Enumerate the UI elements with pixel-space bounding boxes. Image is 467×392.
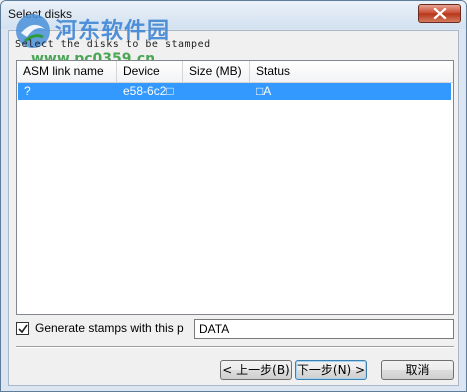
window-title: Select disks xyxy=(8,7,73,21)
stamp-option-row: Generate stamps with this p DATA xyxy=(16,319,454,339)
next-button[interactable]: 下一步(N) > xyxy=(295,360,367,380)
close-icon xyxy=(433,8,447,19)
divider xyxy=(16,346,454,348)
close-button[interactable] xyxy=(418,4,461,23)
checkmark-icon xyxy=(18,324,28,334)
cell-asm-link-name: ? xyxy=(24,84,31,98)
generate-stamps-label[interactable]: Generate stamps with this p xyxy=(35,321,184,335)
disks-list[interactable]: ASM link name Device Size (MB) Status ? … xyxy=(16,60,454,315)
cell-device: e58-6c2□ xyxy=(123,84,174,98)
list-header: ASM link name Device Size (MB) Status xyxy=(17,61,453,83)
back-button[interactable]: < 上一步(B) xyxy=(220,360,292,380)
cancel-button[interactable]: 取消 xyxy=(381,360,454,380)
instructions-label: Select the disks to be stamped xyxy=(15,39,211,50)
table-row[interactable]: ? e58-6c2□ □A xyxy=(18,83,451,100)
title-bar[interactable]: Select disks xyxy=(1,1,466,29)
cell-size-mb xyxy=(183,83,250,100)
cell-status: □A xyxy=(256,84,272,98)
select-disks-window: Select disks 河东软件园 www.pc0359.cn Select … xyxy=(0,0,467,392)
column-asm-link-name[interactable]: ASM link name xyxy=(17,61,117,82)
column-size-mb[interactable]: Size (MB) xyxy=(183,61,250,82)
column-device[interactable]: Device xyxy=(117,61,183,82)
stamp-prefix-input[interactable]: DATA xyxy=(194,319,454,339)
column-status[interactable]: Status xyxy=(250,61,453,82)
generate-stamps-checkbox[interactable] xyxy=(16,322,29,335)
